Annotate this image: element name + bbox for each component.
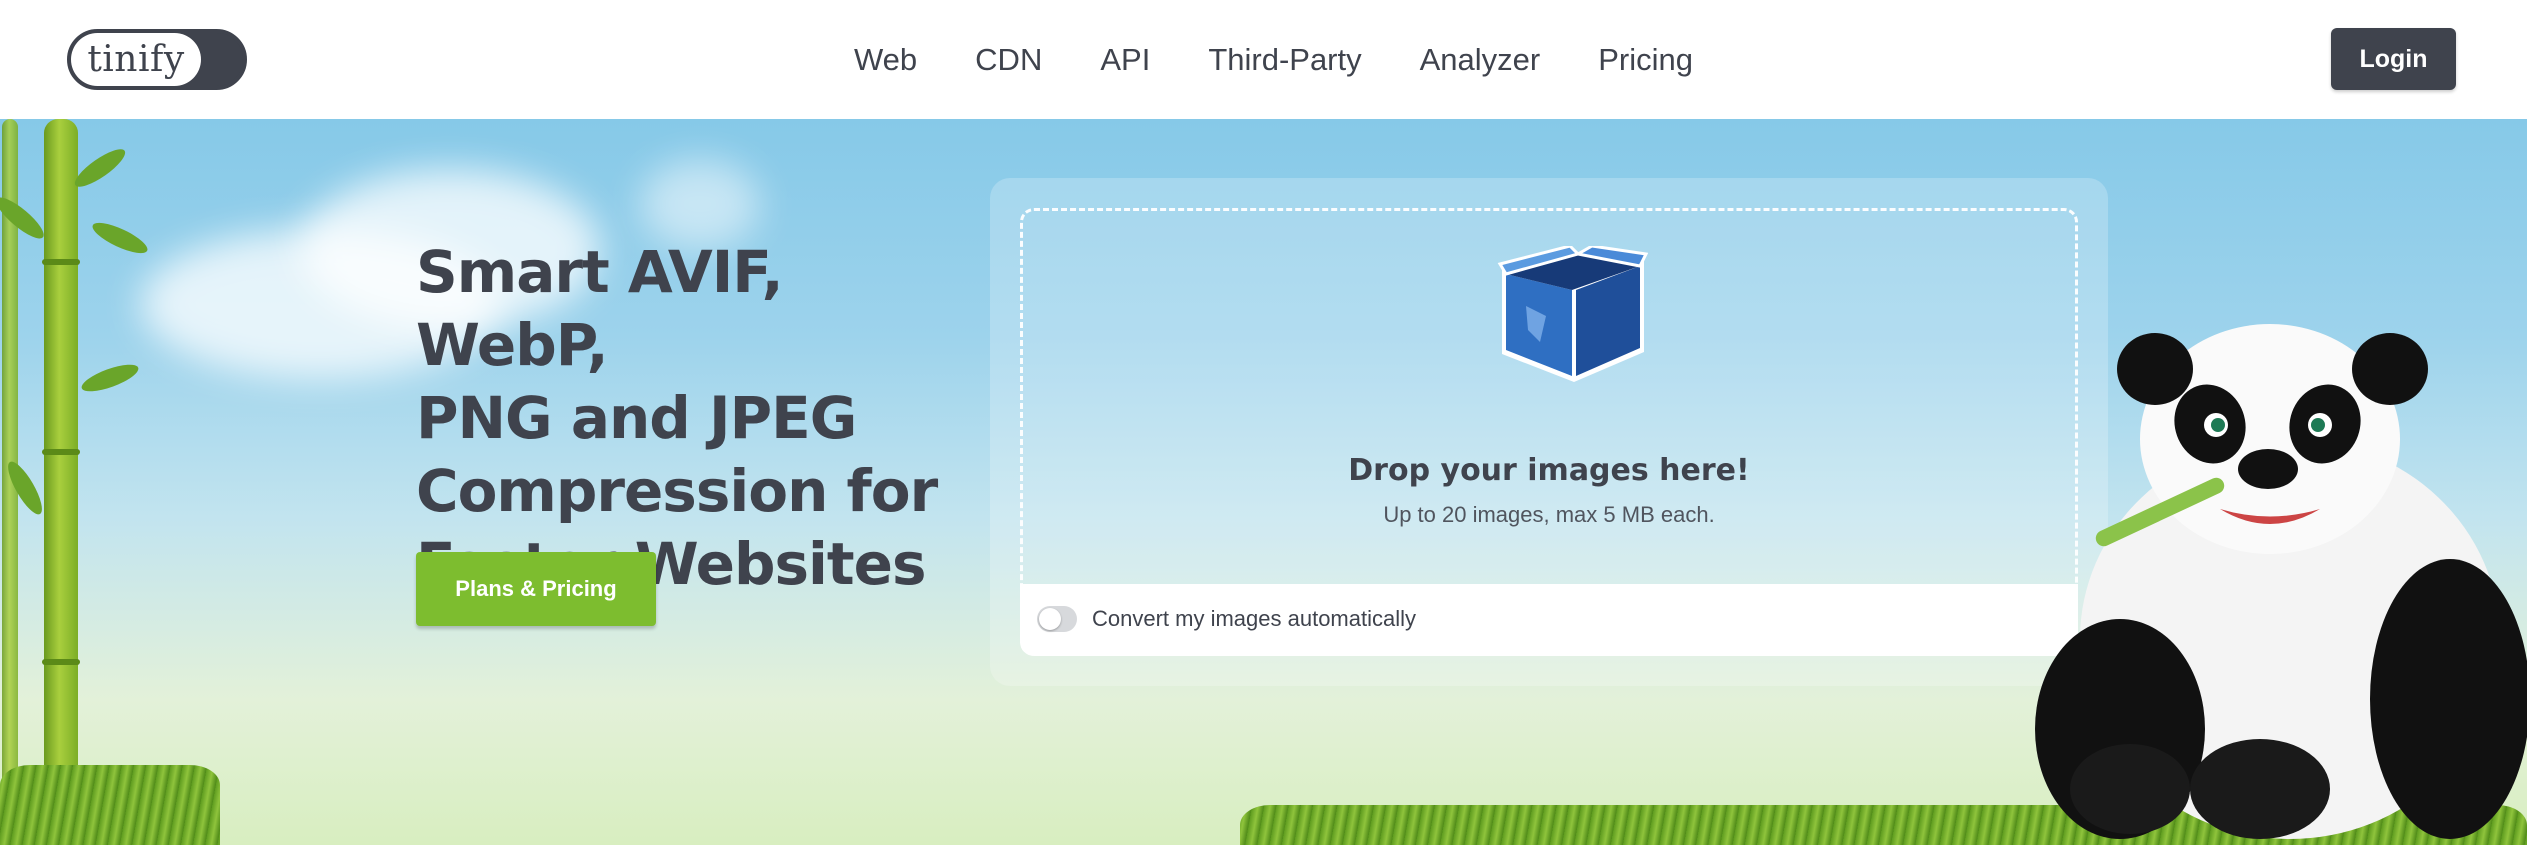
headline-line: Compression for (416, 457, 938, 525)
nav-item-web[interactable]: Web (854, 42, 917, 78)
top-header: tinify Web CDN API Third-Party Analyzer … (0, 0, 2527, 119)
login-button[interactable]: Login (2331, 28, 2456, 90)
nav-item-cdn[interactable]: CDN (975, 42, 1042, 78)
dropzone-subtitle: Up to 20 images, max 5 MB each. (1383, 502, 1715, 527)
open-box-icon (1497, 246, 1648, 382)
dropzone-title: Drop your images here! (1348, 453, 1750, 488)
toggle-knob (1039, 608, 1061, 630)
plans-pricing-button[interactable]: Plans & Pricing (416, 552, 656, 626)
upload-panel: Drop your images here! Up to 20 images, … (990, 178, 2108, 686)
headline-line: PNG and JPEG (416, 384, 857, 452)
convert-option-bar: Convert my images automatically (1020, 584, 2078, 656)
headline-line: Smart AVIF, WebP, (416, 238, 784, 379)
panda-mascot (2035, 324, 2527, 839)
main-nav: Web CDN API Third-Party Analyzer Pricing (0, 0, 2527, 119)
convert-label: Convert my images automatically (1092, 606, 1417, 631)
hero-section: Smart AVIF, WebP, PNG and JPEG Compressi… (0, 119, 2527, 845)
nav-item-pricing[interactable]: Pricing (1598, 42, 1693, 78)
nav-item-api[interactable]: API (1100, 42, 1150, 78)
convert-toggle[interactable] (1037, 606, 1077, 632)
grass-illustration (0, 765, 220, 845)
nav-item-analyzer[interactable]: Analyzer (1420, 42, 1541, 78)
nav-item-third-party[interactable]: Third-Party (1208, 42, 1361, 78)
hero-headline: Smart AVIF, WebP, PNG and JPEG Compressi… (416, 236, 976, 601)
